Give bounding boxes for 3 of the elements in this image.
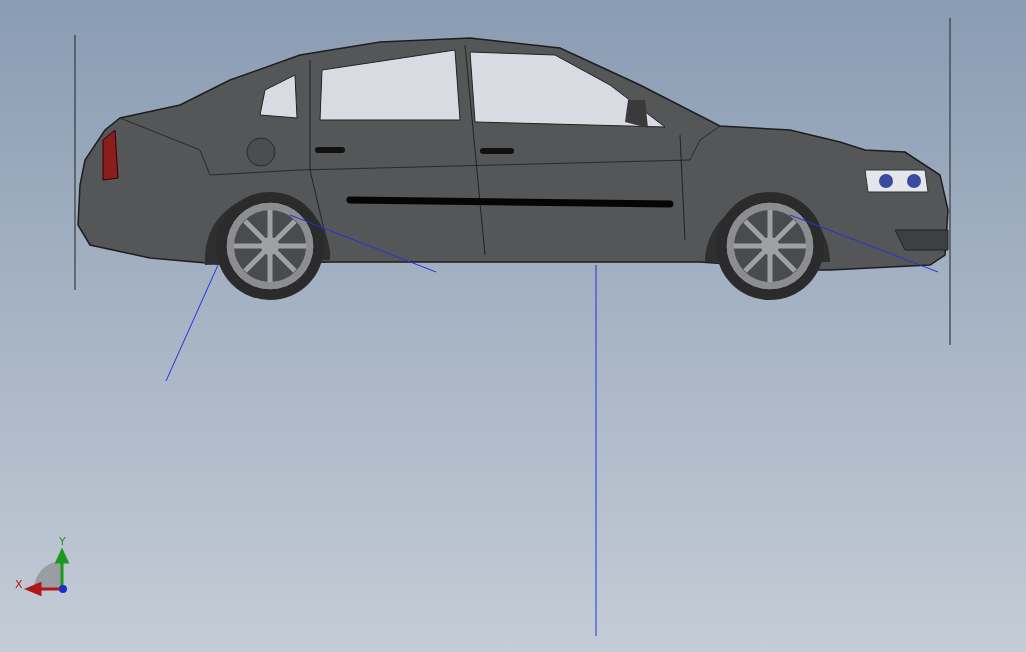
y-axis-label: Y (59, 535, 66, 548)
axis-triad-drawing (24, 547, 69, 596)
x-axis-label: X (15, 578, 23, 591)
